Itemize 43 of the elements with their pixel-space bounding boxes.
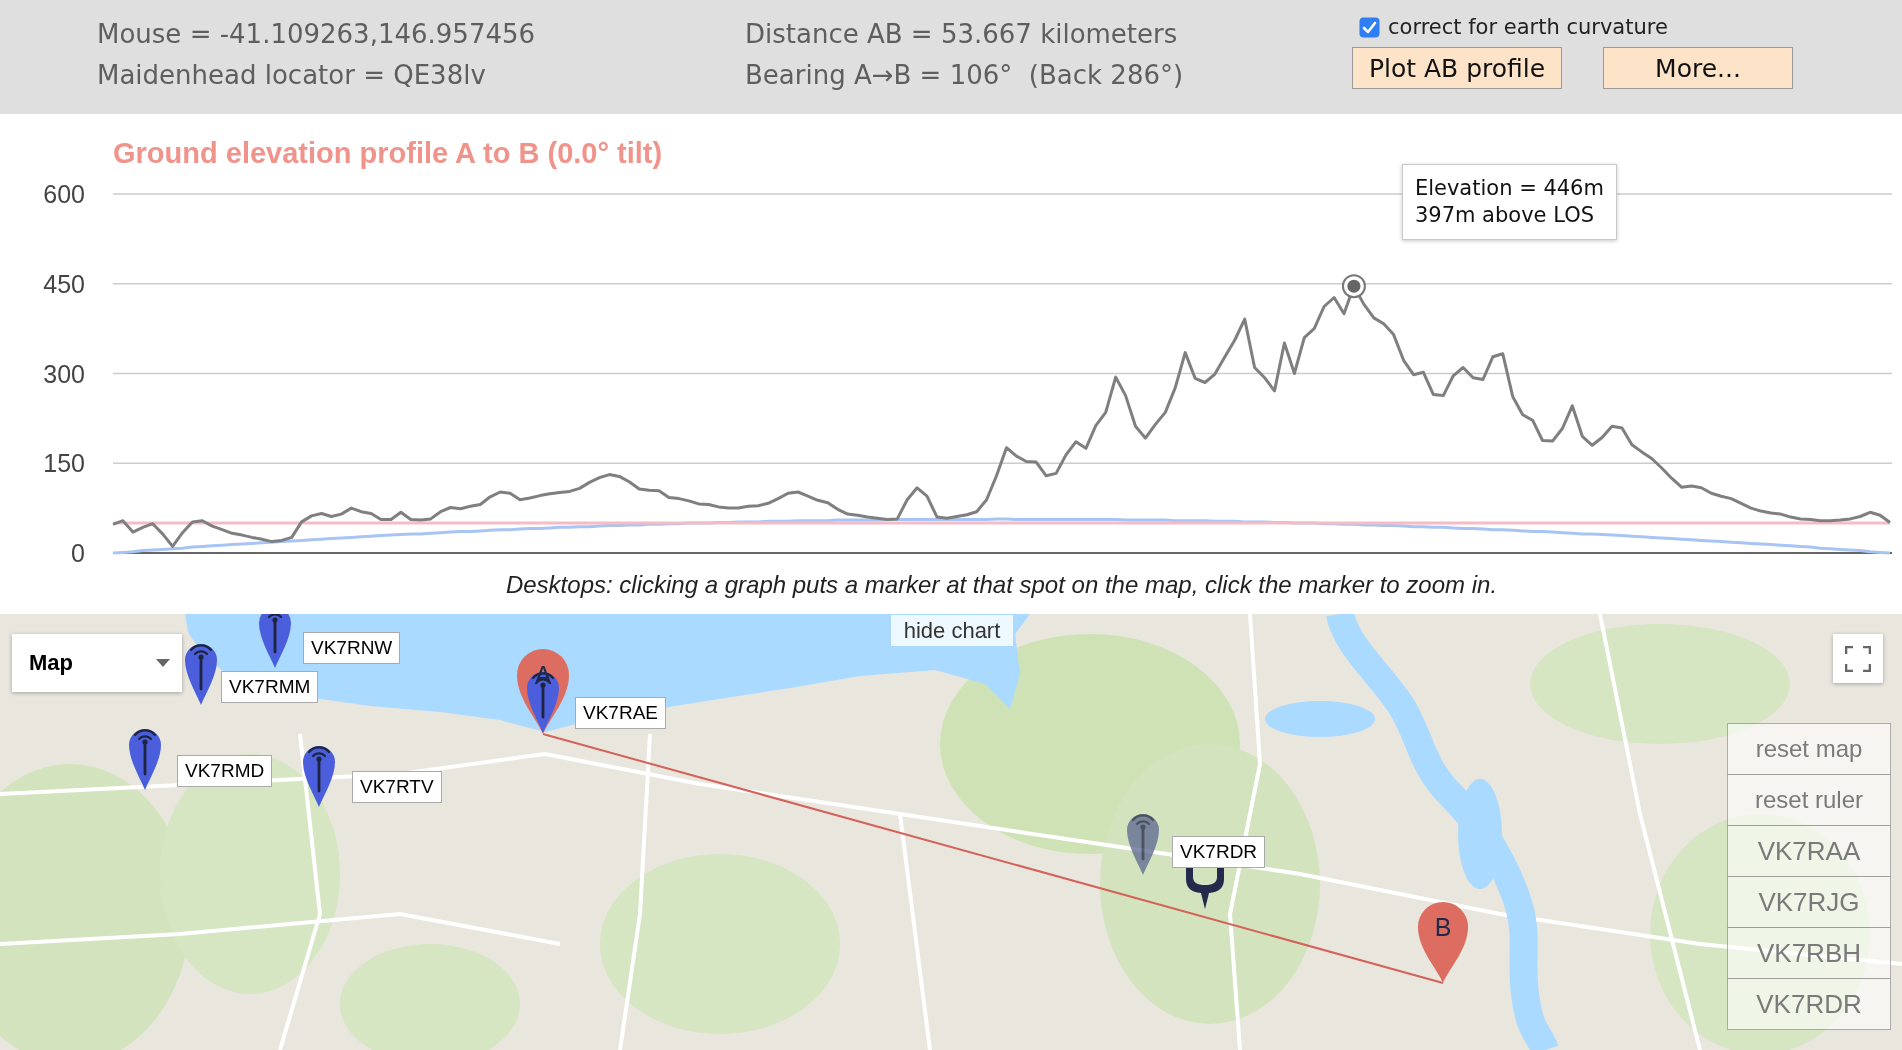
station-label: VK7RMM (221, 671, 319, 703)
antenna-pin-icon[interactable] (302, 745, 336, 807)
tooltip: Elevation = 446m 397m above LOS (1401, 164, 1617, 241)
checkbox-label: correct for earth curvature (1388, 16, 1668, 38)
fullscreen-icon (1845, 645, 1871, 672)
bearing-readout: Bearing A→B = 106° (Back 286°) (745, 59, 1185, 92)
antenna-pin-icon[interactable] (184, 643, 218, 705)
pin-label: B (1434, 914, 1452, 940)
station-button[interactable]: VK7RDR (1727, 978, 1891, 1030)
station-label: VK7RTV (352, 771, 442, 803)
checkbox[interactable] (1359, 16, 1380, 38)
station-button[interactable]: VK7RAA (1727, 825, 1891, 877)
axis-label: 150 (43, 449, 85, 478)
axis-label: 300 (43, 359, 85, 388)
antenna-pin-icon[interactable] (258, 614, 292, 668)
pin-label: A (534, 662, 552, 688)
station-button[interactable]: VK7RBH (1727, 927, 1891, 979)
axis-label: 0 (71, 539, 85, 567)
axis-label: 600 (43, 180, 85, 208)
action-button[interactable]: More... (1603, 47, 1793, 89)
location-pin-icon[interactable] (1417, 901, 1469, 983)
locator-readout: Maidenhead locator = QE38lv (97, 59, 487, 92)
map-action-button[interactable]: reset map (1727, 723, 1891, 775)
chart-caption: Desktops: clicking a graph puts a marker at that spot on the map, click the marker to zoom in. (504, 570, 1499, 600)
distance-readout: Distance AB = 53.667 kilometers (745, 18, 1179, 51)
fullscreen-button[interactable] (1833, 634, 1883, 683)
action-button[interactable]: Plot AB profile (1352, 47, 1562, 89)
fork-icon (1184, 865, 1226, 909)
station-label: VK7RAE (575, 697, 666, 729)
map-action-button[interactable]: reset ruler (1727, 774, 1891, 826)
station-button[interactable]: VK7RJG (1727, 876, 1891, 928)
chart-title: Ground elevation profile A to B (0.0° tilt) (113, 136, 663, 168)
station-label: VK7RNW (303, 632, 401, 664)
antenna-pin-icon[interactable] (128, 728, 162, 790)
station-label: VK7RDR (1172, 836, 1266, 868)
caret-icon (156, 659, 170, 667)
map-type-dropdown[interactable]: Map (12, 634, 182, 692)
station-label: VK7RMD (177, 755, 273, 787)
axis-label: 450 (43, 269, 85, 298)
mouse-readout: Mouse = -41.109263,146.957456 (97, 18, 537, 51)
point-marker (1341, 274, 1366, 299)
hide-chart-button[interactable]: hide chart (891, 615, 1013, 646)
antenna-pin-icon[interactable] (1126, 813, 1160, 875)
